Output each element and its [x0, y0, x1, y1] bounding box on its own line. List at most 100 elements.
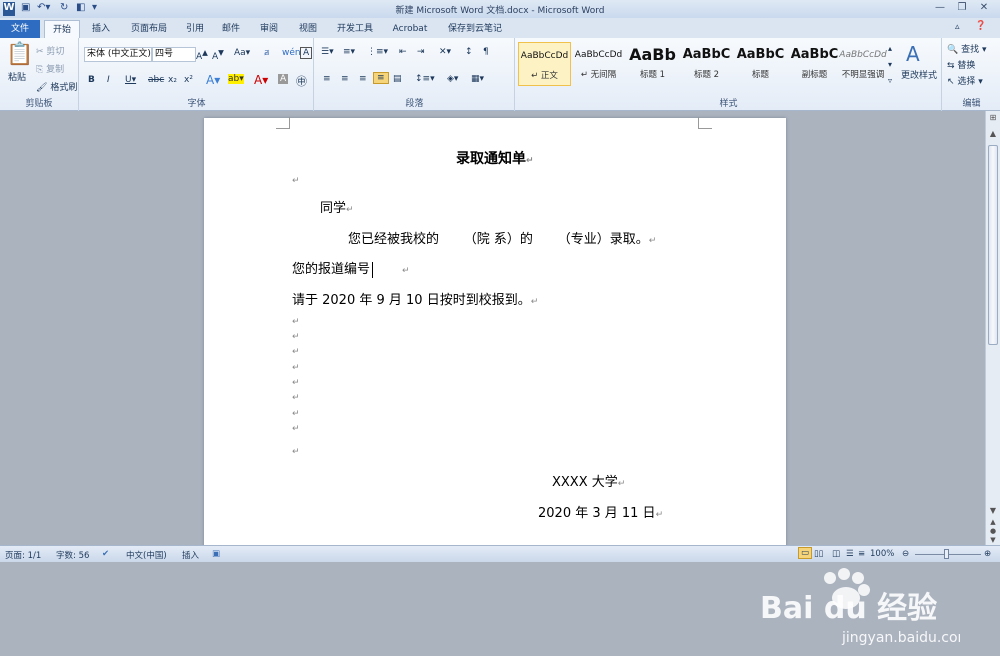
- close-icon[interactable]: ✕: [974, 1, 994, 15]
- char-shading-icon[interactable]: A: [278, 74, 289, 84]
- superscript-icon[interactable]: x²: [184, 75, 193, 85]
- zoom-in-icon[interactable]: ⊕: [984, 549, 991, 559]
- empty-paragraph[interactable]: ↵: [292, 409, 300, 419]
- word-count[interactable]: 字数: 56: [56, 549, 89, 561]
- increase-indent-icon[interactable]: ⇥: [417, 47, 425, 57]
- highlight-icon[interactable]: ab▾: [228, 74, 244, 84]
- grow-font-icon[interactable]: A▲: [196, 48, 208, 62]
- shading-icon[interactable]: ◈▾: [447, 74, 458, 84]
- doc-body-report-date[interactable]: 请于 2020 年 9 月 10 日按时到校报到。↵: [292, 289, 538, 308]
- select-button[interactable]: ↖ 选择 ▾: [947, 74, 983, 87]
- zoom-level[interactable]: 100%: [870, 549, 894, 559]
- text-effects-icon[interactable]: A▾: [206, 73, 220, 87]
- tab-insert[interactable]: 插入: [86, 20, 116, 38]
- maximize-icon[interactable]: ❐: [952, 1, 972, 15]
- distribute-icon[interactable]: ▤: [393, 74, 402, 84]
- proofing-icon[interactable]: ✔: [102, 549, 109, 559]
- align-center-icon[interactable]: ≡: [341, 74, 349, 84]
- tab-file[interactable]: 文件: [0, 20, 40, 38]
- doc-body-report-number[interactable]: 您的报道编号 ↵: [292, 258, 410, 278]
- doc-salutation[interactable]: 同学↵: [320, 197, 354, 216]
- strikethrough-icon[interactable]: abc: [148, 75, 164, 85]
- font-name-select[interactable]: 宋体 (中文正文): [84, 47, 152, 62]
- decrease-indent-icon[interactable]: ⇤: [399, 47, 407, 57]
- scroll-down-icon[interactable]: ▼: [987, 506, 999, 516]
- tab-acrobat[interactable]: Acrobat: [386, 20, 434, 38]
- font-color-icon[interactable]: A▾: [254, 73, 268, 87]
- print-layout-icon[interactable]: ▭: [798, 547, 813, 559]
- ruler-toggle-icon[interactable]: ⊞: [987, 113, 999, 125]
- empty-paragraph[interactable]: ↵: [292, 317, 300, 327]
- enclose-char-icon[interactable]: ㊥: [296, 73, 307, 89]
- change-styles-icon[interactable]: A: [906, 42, 920, 66]
- cut-button[interactable]: ✂ 剪切: [36, 44, 64, 57]
- empty-paragraph[interactable]: ↵: [292, 378, 300, 388]
- styles-scroll-up-icon[interactable]: ▴: [888, 44, 892, 53]
- sort-icon[interactable]: ↕: [465, 47, 473, 57]
- change-case-icon[interactable]: Aa▾: [234, 48, 250, 58]
- align-left-icon[interactable]: ≡: [323, 74, 331, 84]
- full-screen-reading-icon[interactable]: ▯▯: [814, 549, 823, 559]
- empty-paragraph[interactable]: ↵: [292, 424, 300, 434]
- browse-object-icon[interactable]: ●: [987, 527, 999, 535]
- shrink-font-icon[interactable]: A▼: [212, 48, 224, 62]
- change-styles-button[interactable]: 更改样式: [901, 68, 937, 81]
- zoom-slider-thumb[interactable]: [944, 549, 949, 559]
- align-right-icon[interactable]: ≡: [359, 74, 367, 84]
- tab-page-layout[interactable]: 页面布局: [124, 20, 174, 38]
- outline-view-icon[interactable]: ☰: [846, 549, 854, 559]
- insert-mode[interactable]: 插入: [182, 549, 199, 561]
- tab-view[interactable]: 视图: [293, 20, 323, 38]
- phonetic-guide-icon[interactable]: wén: [282, 48, 301, 58]
- page-count[interactable]: 页面: 1/1: [5, 549, 41, 561]
- ribbon-minimize-icon[interactable]: ▵: [955, 22, 960, 32]
- scroll-thumb[interactable]: [988, 145, 998, 345]
- document-workspace[interactable]: 录取通知单↵ ↵ 同学↵ 您已经被我校的 （院 系）的 （专业）录取。↵ 您的报…: [0, 111, 985, 646]
- style-normal[interactable]: AaBbCcDd ↵ 正文: [518, 42, 571, 86]
- minimize-icon[interactable]: —: [930, 1, 950, 15]
- doc-signature[interactable]: XXXX 大学↵: [552, 471, 625, 490]
- style-title[interactable]: AaBbC 标题: [734, 42, 787, 86]
- help-icon[interactable]: ❓: [975, 21, 986, 31]
- tab-references[interactable]: 引用: [180, 20, 210, 38]
- zoom-out-icon[interactable]: ⊖: [902, 549, 909, 559]
- italic-icon[interactable]: I: [107, 75, 110, 85]
- show-marks-icon[interactable]: ¶: [483, 47, 489, 57]
- doc-title[interactable]: 录取通知单↵: [456, 148, 534, 168]
- empty-paragraph[interactable]: ↵: [292, 332, 300, 342]
- style-no-spacing[interactable]: AaBbCcDd ↵ 无间隔: [572, 42, 625, 86]
- language-indicator[interactable]: 中文(中国): [126, 549, 167, 561]
- bullets-icon[interactable]: ☰▾: [321, 47, 334, 57]
- underline-icon[interactable]: U▾: [125, 75, 136, 85]
- prev-page-icon[interactable]: ▲: [987, 518, 999, 526]
- tab-cloud-notes[interactable]: 保存到云笔记: [444, 20, 506, 38]
- styles-more-icon[interactable]: ▿: [888, 76, 892, 85]
- web-layout-icon[interactable]: ◫: [832, 549, 840, 559]
- style-heading-2[interactable]: AaBbC 标题 2: [680, 42, 733, 86]
- empty-paragraph[interactable]: ↵: [292, 176, 300, 186]
- subscript-icon[interactable]: x₂: [168, 75, 177, 85]
- tab-mailings[interactable]: 邮件: [216, 20, 246, 38]
- empty-paragraph[interactable]: ↵: [292, 447, 300, 457]
- font-size-select[interactable]: 四号: [152, 47, 196, 62]
- chinese-layout-icon[interactable]: ✕▾: [439, 47, 451, 57]
- doc-body-admission[interactable]: 您已经被我校的 （院 系）的 （专业）录取。↵: [348, 228, 656, 247]
- char-border-icon[interactable]: A: [300, 47, 313, 59]
- tab-home[interactable]: 开始: [44, 20, 80, 38]
- find-button[interactable]: 🔍 查找 ▾: [947, 42, 986, 55]
- macro-record-icon[interactable]: ▣: [212, 549, 220, 559]
- format-painter-button[interactable]: 🖌 格式刷: [36, 80, 77, 93]
- paste-button[interactable]: 粘贴: [8, 70, 26, 83]
- empty-paragraph[interactable]: ↵: [292, 363, 300, 373]
- empty-paragraph[interactable]: ↵: [292, 393, 300, 403]
- clear-format-icon[interactable]: ⱥ: [264, 48, 270, 58]
- document-page[interactable]: 录取通知单↵ ↵ 同学↵ 您已经被我校的 （院 系）的 （专业）录取。↵ 您的报…: [204, 117, 786, 548]
- styles-scroll-down-icon[interactable]: ▾: [888, 60, 892, 69]
- tab-review[interactable]: 审阅: [254, 20, 284, 38]
- scroll-up-icon[interactable]: ▲: [987, 129, 999, 139]
- vertical-scrollbar[interactable]: ⊞ ▲ ▼ ▲ ● ▼: [985, 111, 1000, 545]
- draft-view-icon[interactable]: ≡: [858, 549, 865, 559]
- multilevel-icon[interactable]: ⋮≡▾: [367, 47, 388, 57]
- line-spacing-icon[interactable]: ↕≡▾: [415, 74, 435, 84]
- next-page-icon[interactable]: ▼: [987, 536, 999, 544]
